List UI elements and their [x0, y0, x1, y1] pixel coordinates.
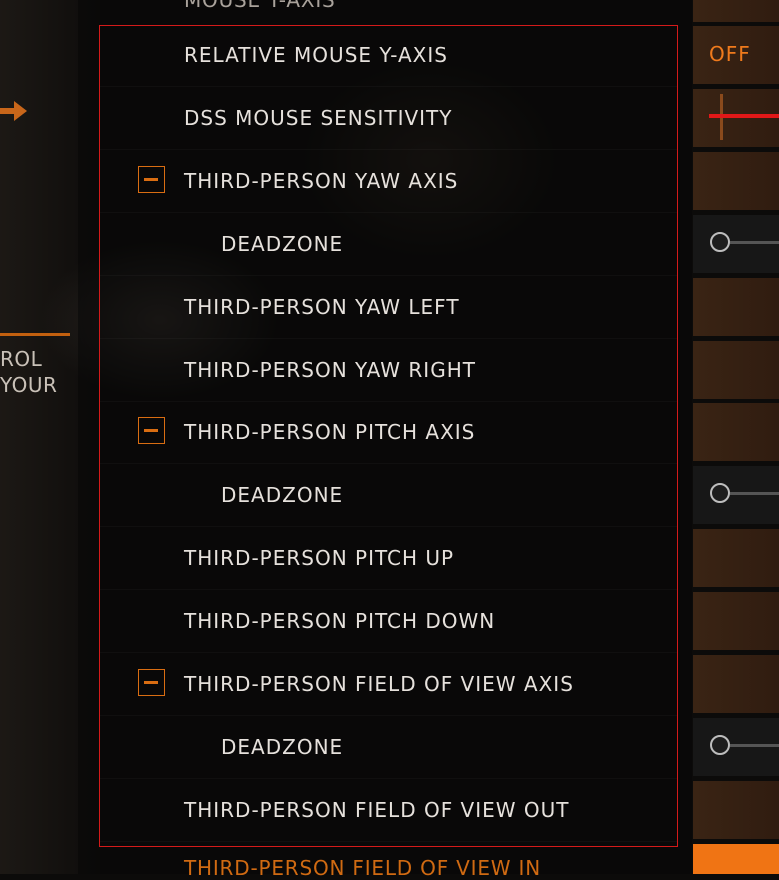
binding-cell[interactable]	[693, 403, 779, 461]
binding-cell-selected[interactable]	[693, 844, 779, 874]
slider-knob[interactable]	[710, 232, 730, 252]
binding-cell[interactable]	[693, 278, 779, 336]
left-text-line-1: ROL	[0, 347, 43, 371]
partial-list-item-bottom[interactable]: THIRD-PERSON FIELD OF VIEW IN	[184, 856, 541, 880]
slider-knob[interactable]	[710, 735, 730, 755]
arrow-right-icon[interactable]	[0, 99, 28, 123]
left-divider	[0, 333, 70, 336]
deadzone-slider[interactable]	[693, 718, 779, 776]
slider-track	[730, 241, 779, 244]
binding-cell[interactable]	[693, 341, 779, 399]
deadzone-slider[interactable]	[693, 466, 779, 524]
deadzone-slider[interactable]	[693, 215, 779, 273]
left-text-line-2: YOUR	[0, 373, 58, 397]
binding-cell[interactable]	[693, 0, 779, 22]
toggle-value: OFF	[709, 42, 751, 66]
sensitivity-slider[interactable]	[693, 89, 779, 147]
sensitivity-bar	[709, 114, 779, 118]
binding-cell[interactable]	[693, 655, 779, 713]
binding-cell[interactable]	[693, 781, 779, 839]
partial-list-item-top[interactable]: MOUSE Y-AXIS	[184, 0, 336, 12]
binding-cell[interactable]	[693, 152, 779, 210]
slider-knob[interactable]	[710, 483, 730, 503]
slider-track	[730, 492, 779, 495]
selection-frame	[99, 25, 678, 847]
binding-cell[interactable]	[693, 529, 779, 587]
toggle-cell[interactable]: OFF	[693, 26, 779, 84]
slider-track	[730, 744, 779, 747]
binding-cell[interactable]	[693, 592, 779, 650]
